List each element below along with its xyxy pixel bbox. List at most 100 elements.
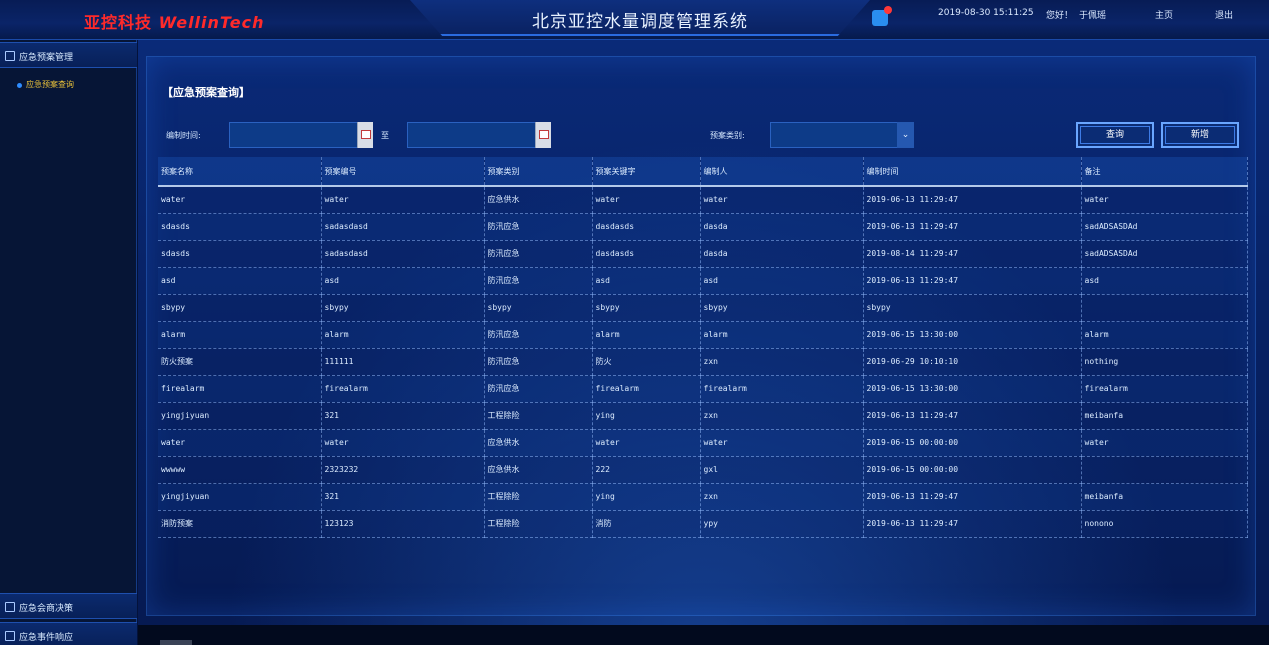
end-date-input[interactable] bbox=[407, 122, 551, 148]
date-label: 编制时间: bbox=[166, 131, 201, 140]
table-row[interactable]: sdasds sadasdasd 防汛应急 dasdasds dasda 201… bbox=[158, 213, 1248, 241]
table-cell: sadADSASDAd bbox=[1081, 240, 1248, 268]
plan-type-select[interactable] bbox=[770, 122, 914, 148]
table-cell: 2019-08-14 11:29:47 bbox=[863, 240, 1082, 268]
sidebar-item-plan-query[interactable]: 应急预案查询 bbox=[0, 78, 137, 94]
table-cell: 2019-06-15 13:30:00 bbox=[863, 321, 1082, 349]
table-cell: water bbox=[700, 429, 864, 457]
bottom-bar bbox=[138, 625, 1269, 645]
table-row[interactable]: 防火预案 111111 防汛应急 防火 zxn 2019-06-29 10:10… bbox=[158, 348, 1248, 376]
column-header[interactable]: 预案关键字 bbox=[592, 157, 701, 187]
table-cell: sbypy bbox=[321, 294, 485, 322]
column-header[interactable]: 预案名称 bbox=[158, 157, 322, 187]
table-cell: 消防预案 bbox=[158, 510, 322, 538]
table-cell: 防汛应急 bbox=[484, 267, 593, 295]
table-cell: asd bbox=[700, 267, 864, 295]
table-row[interactable]: wwwww 2323232 应急供水 222 gxl 2019-06-15 00… bbox=[158, 456, 1248, 484]
table-cell: 防汛应急 bbox=[484, 321, 593, 349]
table-cell: dasdasds bbox=[592, 240, 701, 268]
table-cell: 222 bbox=[592, 456, 701, 484]
plan-type-label: 预案类别: bbox=[710, 131, 745, 140]
table-row[interactable]: water water 应急供水 water water 2019-06-13 … bbox=[158, 186, 1248, 214]
table-row[interactable]: water water 应急供水 water water 2019-06-15 … bbox=[158, 429, 1248, 457]
table-cell: yingjiyuan bbox=[158, 402, 322, 430]
table-cell: firealarm bbox=[1081, 375, 1248, 403]
table-cell: sbypy bbox=[592, 294, 701, 322]
response-icon bbox=[5, 631, 15, 641]
table-row[interactable]: alarm alarm 防汛应急 alarm alarm 2019-06-15 … bbox=[158, 321, 1248, 349]
column-header[interactable]: 预案类别 bbox=[484, 157, 593, 187]
table-cell: 防汛应急 bbox=[484, 375, 593, 403]
table-cell: alarm bbox=[321, 321, 485, 349]
column-header[interactable]: 编制时间 bbox=[863, 157, 1082, 187]
table-cell: 工程除险 bbox=[484, 510, 593, 538]
table-header-row: 预案名称 预案编号 预案类别 预案关键字 编制人 编制时间 备注 bbox=[158, 157, 1248, 187]
table-cell: sadasdasd bbox=[321, 213, 485, 241]
table-cell: nothing bbox=[1081, 348, 1248, 376]
start-date-input[interactable] bbox=[229, 122, 373, 148]
active-dot-icon bbox=[17, 83, 22, 88]
table-cell: sadasdasd bbox=[321, 240, 485, 268]
sidebar-group-label: 应急会商决策 bbox=[19, 604, 74, 614]
table-cell: water bbox=[158, 429, 322, 457]
table-row[interactable]: yingjiyuan 321 工程除险 ying zxn 2019-06-13 … bbox=[158, 402, 1248, 430]
table-cell: sadADSASDAd bbox=[1081, 213, 1248, 241]
page-title: 【应急预案查询】 bbox=[162, 86, 250, 99]
sidebar-group-response[interactable]: 应急事件响应 bbox=[0, 622, 137, 645]
end-date-picker-button[interactable] bbox=[535, 122, 551, 148]
table-cell: asd bbox=[321, 267, 485, 295]
table-cell: 2019-06-15 00:00:00 bbox=[863, 456, 1082, 484]
table-cell: water bbox=[1081, 186, 1248, 214]
to-label: 至 bbox=[381, 131, 389, 140]
table-cell: nonono bbox=[1081, 510, 1248, 538]
table-cell: water bbox=[158, 186, 322, 214]
table-cell: zxn bbox=[700, 402, 864, 430]
add-button[interactable]: 新增 bbox=[1161, 122, 1239, 148]
table-cell: sdasds bbox=[158, 213, 322, 241]
table-cell: sbypy bbox=[484, 294, 593, 322]
column-header[interactable]: 编制人 bbox=[700, 157, 864, 187]
table-cell: sbypy bbox=[863, 294, 1082, 322]
table-row[interactable]: firealarm firealarm 防汛应急 firealarm firea… bbox=[158, 375, 1248, 403]
table-cell: 2019-06-13 11:29:47 bbox=[863, 510, 1082, 538]
table-cell: asd bbox=[158, 267, 322, 295]
chevron-down-icon[interactable]: ⌄ bbox=[897, 122, 914, 148]
table-row[interactable]: sdasds sadasdasd 防汛应急 dasdasds dasda 201… bbox=[158, 240, 1248, 268]
table-cell: 2019-06-29 10:10:10 bbox=[863, 348, 1082, 376]
table-cell: 2019-06-13 11:29:47 bbox=[863, 402, 1082, 430]
table-cell: 123123 bbox=[321, 510, 485, 538]
top-header: 亚控科技 WellinTech 北京亚控水量调度管理系统 2019-08-30 … bbox=[0, 0, 1269, 40]
table-cell: alarm bbox=[158, 321, 322, 349]
table-cell bbox=[1081, 294, 1248, 322]
query-button[interactable]: 查询 bbox=[1076, 122, 1154, 148]
table-row[interactable]: asd asd 防汛应急 asd asd 2019-06-13 11:29:47… bbox=[158, 267, 1248, 295]
table-cell: ying bbox=[592, 483, 701, 511]
table-cell: 工程除险 bbox=[484, 483, 593, 511]
table-cell: 防汛应急 bbox=[484, 213, 593, 241]
sidebar-group-decision[interactable]: 应急会商决策 bbox=[0, 593, 137, 619]
table-cell: yingjiyuan bbox=[158, 483, 322, 511]
column-header[interactable]: 预案编号 bbox=[321, 157, 485, 187]
sidebar-group-plan-management[interactable]: 应急预案管理 bbox=[0, 42, 137, 68]
header-greeting: 您好！ bbox=[1046, 11, 1074, 21]
sidebar-group-label: 应急事件响应 bbox=[19, 633, 74, 643]
logout-link[interactable]: 退出 bbox=[1215, 8, 1233, 21]
table-cell: sbypy bbox=[158, 294, 322, 322]
table-cell: meibanfa bbox=[1081, 483, 1248, 511]
column-header[interactable]: 备注 bbox=[1081, 157, 1248, 187]
table-cell: 工程除险 bbox=[484, 402, 593, 430]
table-cell bbox=[1081, 456, 1248, 484]
table-row[interactable]: sbypy sbypy sbypy sbypy sbypy sbypy bbox=[158, 294, 1248, 322]
table-cell: water bbox=[592, 429, 701, 457]
table-cell: dasdasds bbox=[592, 213, 701, 241]
message-icon[interactable] bbox=[872, 6, 892, 26]
table-row[interactable]: 消防预案 123123 工程除险 消防 ypy 2019-06-13 11:29… bbox=[158, 510, 1248, 538]
table-row[interactable]: yingjiyuan 321 工程除险 ying zxn 2019-06-13 … bbox=[158, 483, 1248, 511]
table-cell: firealarm bbox=[700, 375, 864, 403]
home-link[interactable]: 主页 bbox=[1155, 8, 1173, 21]
table-cell: 2019-06-15 00:00:00 bbox=[863, 429, 1082, 457]
table-cell: alarm bbox=[700, 321, 864, 349]
table-cell: 2019-06-13 11:29:47 bbox=[863, 213, 1082, 241]
table-cell: ying bbox=[592, 402, 701, 430]
start-date-picker-button[interactable] bbox=[357, 122, 373, 148]
